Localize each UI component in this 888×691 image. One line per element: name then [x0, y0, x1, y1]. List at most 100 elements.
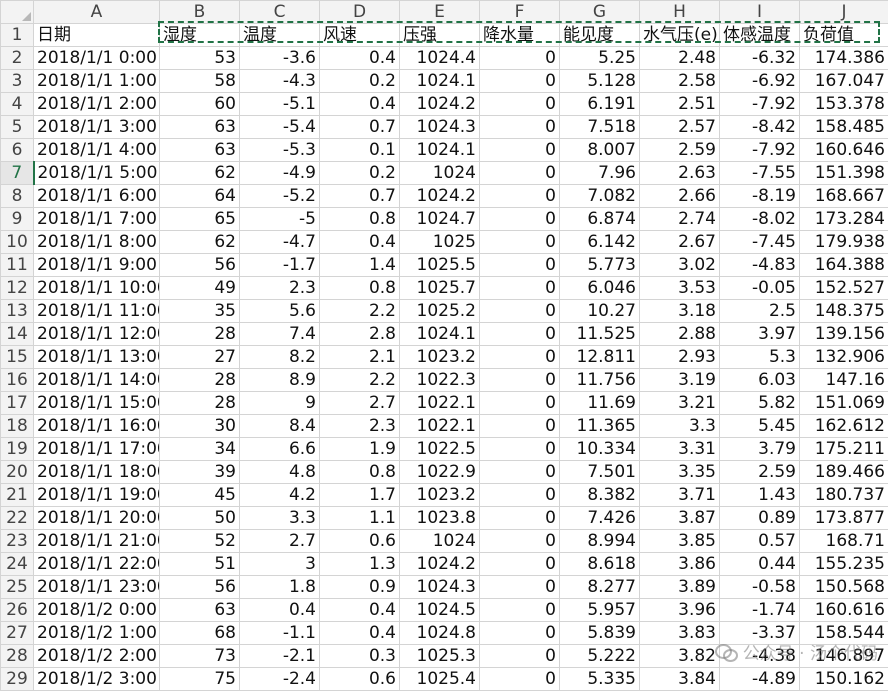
cell-a[interactable]: 2018/1/2 2:00 — [34, 645, 160, 668]
cell-j[interactable]: 160.616 — [800, 599, 888, 622]
cell-a[interactable]: 2018/1/2 1:00 — [34, 622, 160, 645]
cell-c[interactable]: 8.9 — [240, 369, 320, 392]
cell-e[interactable]: 1025.7 — [400, 277, 480, 300]
cell-c[interactable]: -4.3 — [240, 70, 320, 93]
cell-b[interactable]: 63 — [160, 599, 240, 622]
cell-d[interactable]: 2.8 — [320, 323, 400, 346]
cell-c[interactable]: -5.3 — [240, 139, 320, 162]
cell-e[interactable]: 1022.9 — [400, 461, 480, 484]
cell-h[interactable]: 3.86 — [640, 553, 720, 576]
cell-e[interactable]: 1024.2 — [400, 185, 480, 208]
cell-a[interactable]: 2018/1/1 14:00 — [34, 369, 160, 392]
cell-h[interactable]: 3.71 — [640, 484, 720, 507]
cell-d[interactable]: 1.9 — [320, 438, 400, 461]
cell-j[interactable]: 189.466 — [800, 461, 888, 484]
row-number[interactable]: 11 — [1, 254, 34, 277]
cell-b[interactable]: 56 — [160, 254, 240, 277]
cell-i[interactable]: 0.44 — [720, 553, 800, 576]
cell-g[interactable]: 11.365 — [560, 415, 640, 438]
cell-j[interactable]: 139.156 — [800, 323, 888, 346]
cell-j[interactable]: 173.284 — [800, 208, 888, 231]
cell-i[interactable]: -4.83 — [720, 254, 800, 277]
cell-h[interactable]: 3.53 — [640, 277, 720, 300]
cell-b[interactable]: 51 — [160, 553, 240, 576]
cell-g[interactable]: 8.382 — [560, 484, 640, 507]
cell-j[interactable]: 151.398 — [800, 162, 888, 185]
cell-i[interactable]: -4.89 — [720, 668, 800, 691]
cell-d[interactable]: 0.7 — [320, 185, 400, 208]
cell-d[interactable]: 1.3 — [320, 553, 400, 576]
cell-g[interactable]: 5.25 — [560, 47, 640, 70]
row-number[interactable]: 27 — [1, 622, 34, 645]
cell-i[interactable]: -0.05 — [720, 277, 800, 300]
cell-b[interactable]: 28 — [160, 392, 240, 415]
cell-i[interactable]: 3.97 — [720, 323, 800, 346]
cell-a[interactable]: 2018/1/1 22:00 — [34, 553, 160, 576]
column-header-i[interactable]: I — [720, 1, 800, 24]
cell-g[interactable]: 7.518 — [560, 116, 640, 139]
cell-h[interactable]: 3.83 — [640, 622, 720, 645]
cell-b[interactable]: 53 — [160, 47, 240, 70]
cell-g[interactable]: 8.618 — [560, 553, 640, 576]
cell-a[interactable]: 2018/1/1 17:00 — [34, 438, 160, 461]
cell-f[interactable]: 0 — [480, 208, 560, 231]
row-number[interactable]: 12 — [1, 277, 34, 300]
cell-i[interactable]: 5.3 — [720, 346, 800, 369]
row-number[interactable]: 17 — [1, 392, 34, 415]
column-header-g[interactable]: G — [560, 1, 640, 24]
cell-h[interactable]: 2.66 — [640, 185, 720, 208]
cell-a[interactable]: 2018/1/2 0:00 — [34, 599, 160, 622]
cell-a[interactable]: 2018/1/1 9:00 — [34, 254, 160, 277]
cell-e[interactable]: 1024.7 — [400, 208, 480, 231]
cell-e[interactable]: 1024 — [400, 162, 480, 185]
cell-j[interactable]: 179.938 — [800, 231, 888, 254]
cell-a[interactable]: 2018/1/1 4:00 — [34, 139, 160, 162]
cell-j[interactable]: 167.047 — [800, 70, 888, 93]
cell-e[interactable]: 1024.5 — [400, 599, 480, 622]
cell-i[interactable]: -4.38 — [720, 645, 800, 668]
cell-f[interactable]: 0 — [480, 185, 560, 208]
cell-j[interactable]: 160.646 — [800, 139, 888, 162]
cell-e[interactable]: 1025.3 — [400, 645, 480, 668]
cell-g[interactable]: 6.046 — [560, 277, 640, 300]
cell-h[interactable]: 3.21 — [640, 392, 720, 415]
cell-i[interactable]: -7.55 — [720, 162, 800, 185]
cell-d[interactable]: 0.6 — [320, 530, 400, 553]
cell-d[interactable]: 1.4 — [320, 254, 400, 277]
cell-h[interactable]: 3.82 — [640, 645, 720, 668]
cell-i[interactable]: -0.58 — [720, 576, 800, 599]
header-cell-d[interactable]: 风速 — [320, 24, 400, 47]
cell-e[interactable]: 1024.4 — [400, 47, 480, 70]
cell-a[interactable]: 2018/1/1 20:00 — [34, 507, 160, 530]
cell-f[interactable]: 0 — [480, 254, 560, 277]
cell-a[interactable]: 2018/1/1 15:00 — [34, 392, 160, 415]
cell-i[interactable]: -8.02 — [720, 208, 800, 231]
cell-d[interactable]: 0.9 — [320, 576, 400, 599]
cell-f[interactable]: 0 — [480, 507, 560, 530]
cell-i[interactable]: 2.59 — [720, 461, 800, 484]
cell-a[interactable]: 2018/1/1 10:00 — [34, 277, 160, 300]
cell-c[interactable]: -2.4 — [240, 668, 320, 691]
cell-b[interactable]: 28 — [160, 369, 240, 392]
cell-a[interactable]: 2018/1/1 12:00 — [34, 323, 160, 346]
cell-f[interactable]: 0 — [480, 323, 560, 346]
cell-c[interactable]: -1.1 — [240, 622, 320, 645]
row-number[interactable]: 23 — [1, 530, 34, 553]
cell-c[interactable]: -5 — [240, 208, 320, 231]
row-number[interactable]: 3 — [1, 70, 34, 93]
cell-f[interactable]: 0 — [480, 47, 560, 70]
cell-g[interactable]: 6.191 — [560, 93, 640, 116]
cell-e[interactable]: 1024 — [400, 530, 480, 553]
cell-c[interactable]: -4.9 — [240, 162, 320, 185]
cell-a[interactable]: 2018/1/1 5:00 — [34, 162, 160, 185]
cell-f[interactable]: 0 — [480, 645, 560, 668]
row-number[interactable]: 25 — [1, 576, 34, 599]
cell-d[interactable]: 0.3 — [320, 645, 400, 668]
cell-f[interactable]: 0 — [480, 599, 560, 622]
header-cell-b[interactable]: 湿度 — [160, 24, 240, 47]
cell-i[interactable]: -1.74 — [720, 599, 800, 622]
cell-j[interactable]: 173.877 — [800, 507, 888, 530]
cell-j[interactable]: 146.897 — [800, 645, 888, 668]
cell-a[interactable]: 2018/1/1 6:00 — [34, 185, 160, 208]
cell-e[interactable]: 1022.1 — [400, 392, 480, 415]
